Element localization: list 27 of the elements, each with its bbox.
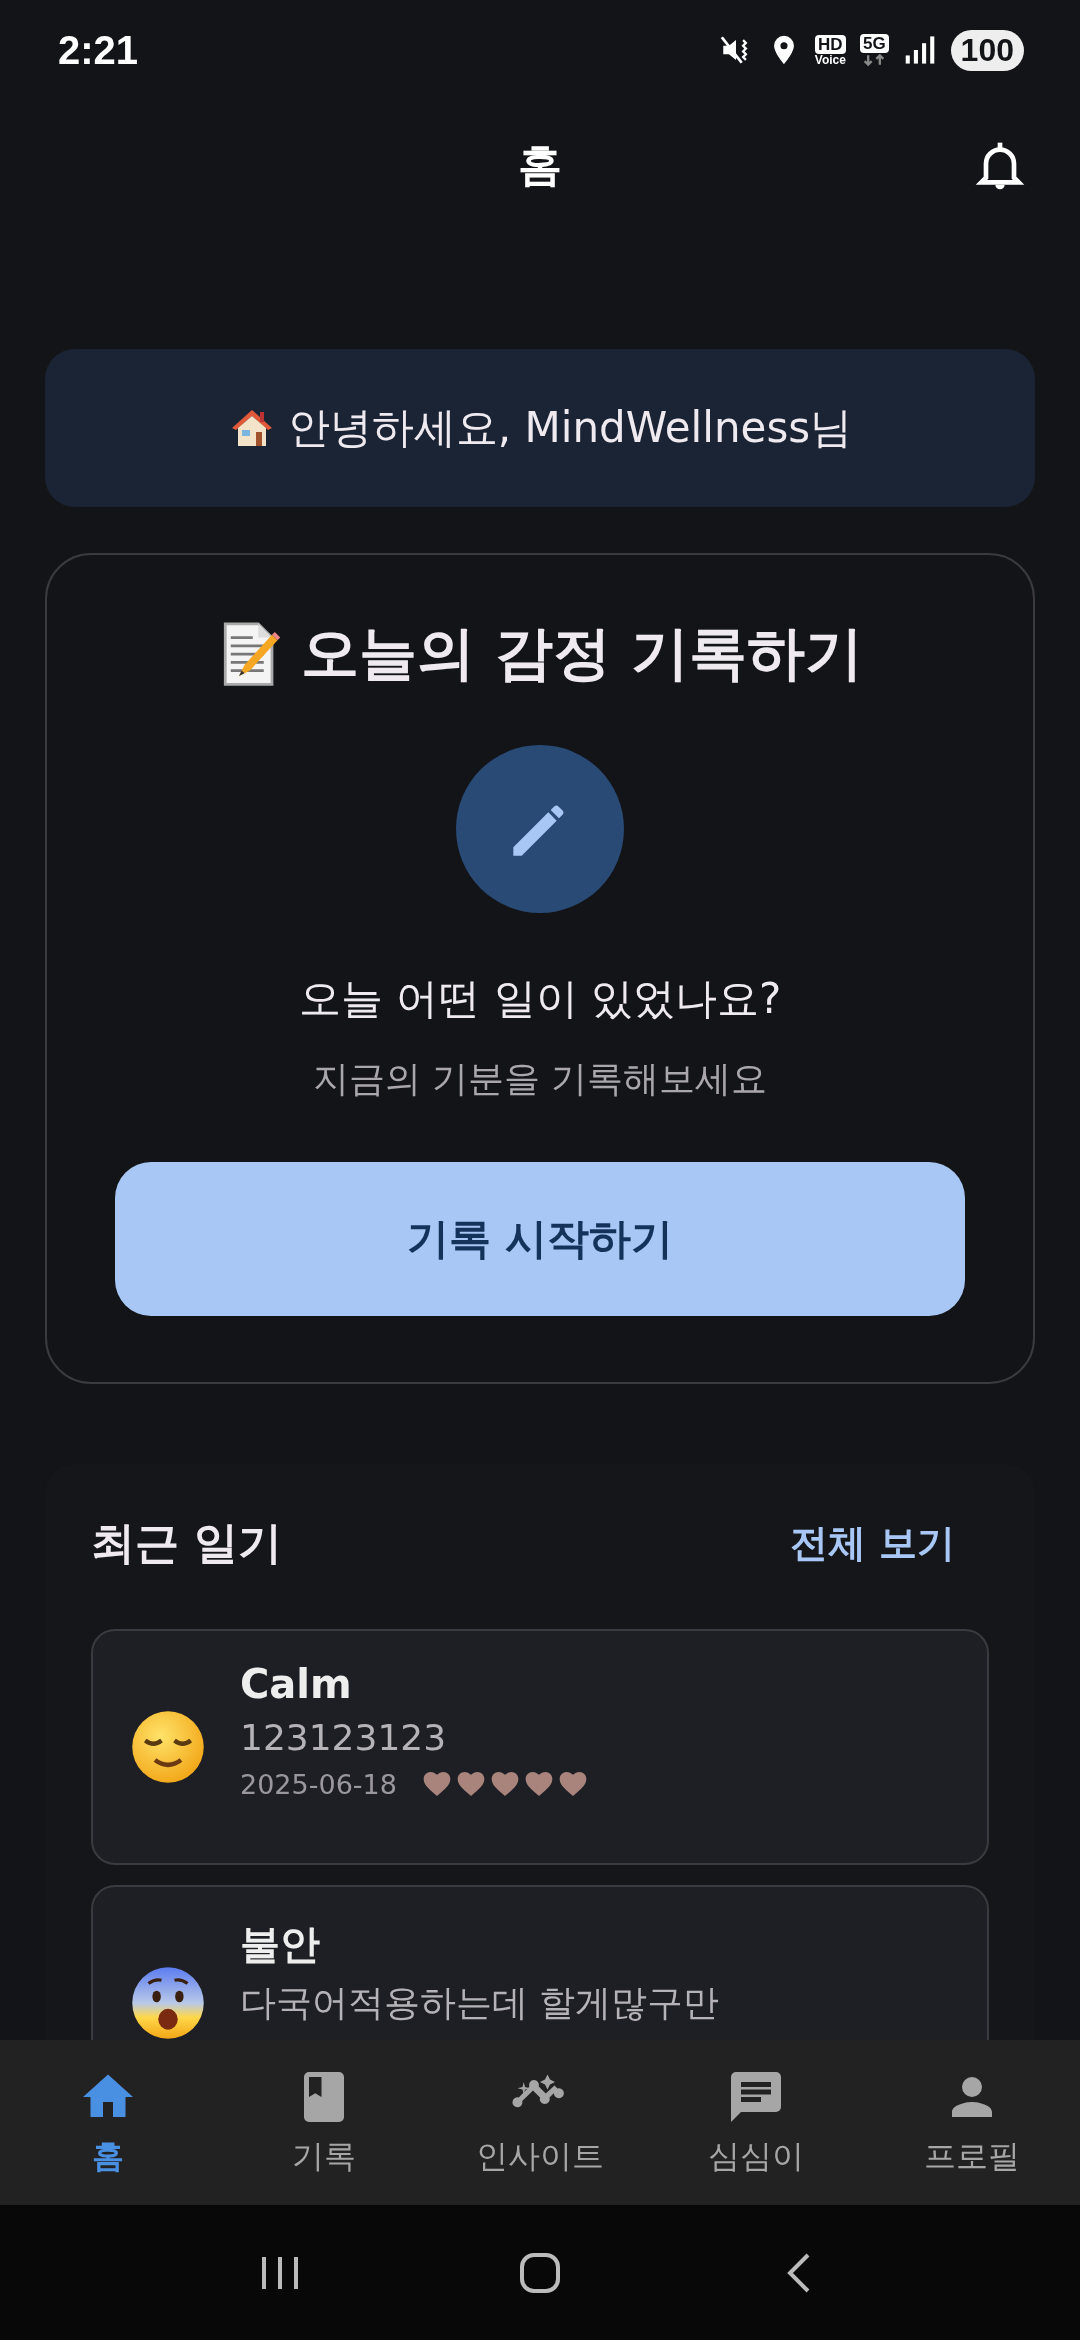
entry-text: 123123123 (240, 1717, 448, 1759)
hd-label: HD (815, 34, 846, 54)
card-title: 오늘의 감정 기록하기 (300, 618, 864, 689)
start-record-button[interactable]: 기록 시작하기 (115, 1162, 965, 1316)
entry-text: 다국어적용하는데 할게많구만 (240, 1982, 720, 2024)
entry-date: 2025-06-18 (240, 1768, 397, 1800)
nav-tab[interactable]: 프로필 (864, 2066, 1080, 2179)
greeting-text: 안녕하세요, MindWellness님 (287, 402, 853, 454)
prompt-subtitle: 지금의 기분을 기록해보세요 (312, 1057, 768, 1101)
nav-tab[interactable]: 인사이트 (432, 2066, 648, 2179)
battery-level: 100 (950, 29, 1024, 71)
nav-tab[interactable]: 홈 (0, 2066, 216, 2179)
page-title: 홈 (518, 137, 562, 192)
diary-entry-card[interactable]: 불안 다국어적용하는데 할게많구만 (91, 1885, 989, 2040)
entry-title: 불안 (240, 1920, 321, 1969)
diary-entry-card[interactable]: Calm 123123123 2025-06-18 (91, 1629, 989, 1865)
voice-label: Voice (814, 53, 846, 66)
nav-tab[interactable]: 심심이 (648, 2066, 864, 2179)
entry-title: Calm (240, 1661, 353, 1707)
network-label: 5G (859, 33, 889, 53)
section-title: 최근 일기 (91, 1516, 283, 1570)
relieved-face-icon (129, 1708, 207, 1786)
view-all-link[interactable]: 전체 보기 (789, 1518, 955, 1569)
clock: 2:21 (58, 27, 139, 73)
nav-tab[interactable]: 기록 (216, 2066, 432, 2179)
anxious-face-icon (129, 1964, 207, 2040)
prompt-question: 오늘 어떤 일이 있었나요? (298, 973, 782, 1025)
